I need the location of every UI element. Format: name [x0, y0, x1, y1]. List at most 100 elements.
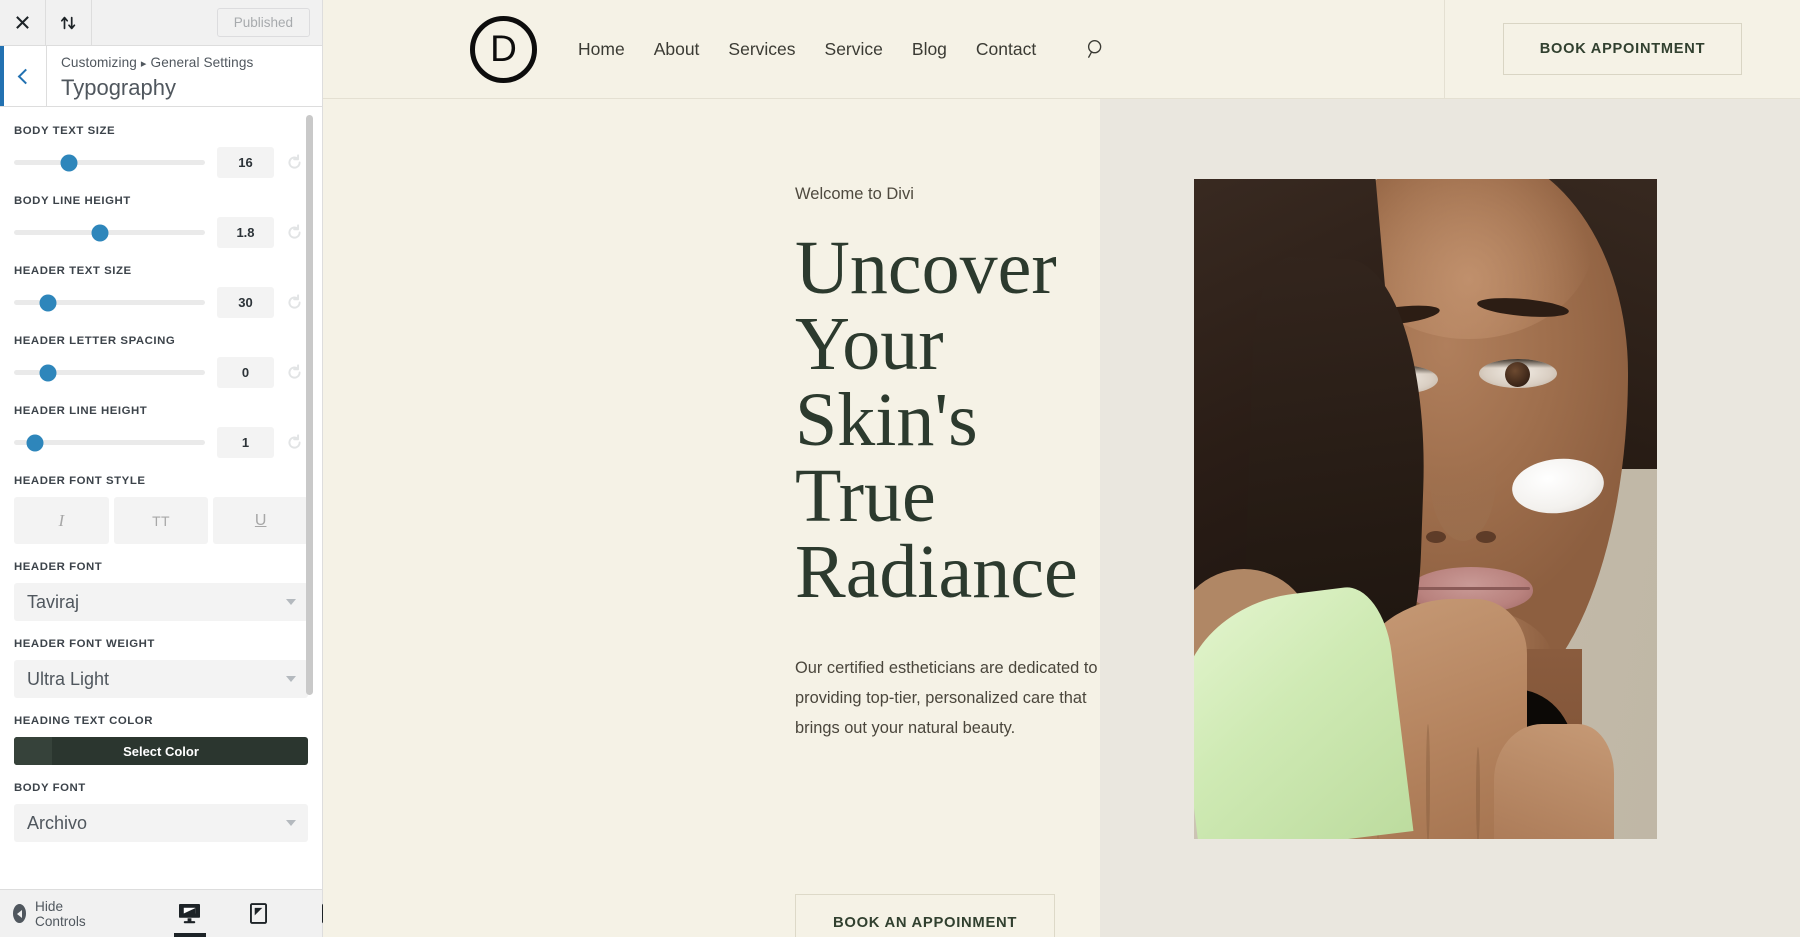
collapse-icon [13, 904, 27, 923]
hide-controls-button[interactable]: Hide Controls [13, 899, 92, 929]
value-input-header-text-size[interactable]: 30 [217, 287, 274, 318]
hero-cta-button[interactable]: BOOK AN APPOINMENT [795, 893, 1056, 937]
font-style-button-group: I TT U [14, 497, 309, 544]
hero-content: Welcome to Divi Uncover Your Skin's True… [323, 99, 1100, 937]
customizer-footer: Hide Controls [0, 889, 334, 937]
slider-body-line-height[interactable] [14, 224, 205, 242]
hero-image-panel [1100, 99, 1800, 937]
sort-arrows-icon[interactable] [46, 0, 92, 45]
uppercase-button[interactable]: TT [113, 497, 209, 544]
divi-logo[interactable]: D [470, 15, 537, 83]
primary-navigation: Home About Services Service Blog Contact [578, 39, 1106, 60]
reset-icon[interactable] [280, 359, 308, 387]
nav-link-blog[interactable]: Blog [912, 39, 947, 60]
scrollbar-thumb[interactable] [306, 115, 313, 695]
book-appointment-button[interactable]: BOOK APPOINTMENT [1502, 23, 1743, 75]
header-cta-area: BOOK APPOINTMENT [1444, 0, 1800, 99]
reset-icon[interactable] [280, 429, 308, 457]
value-input-body-text-size[interactable]: 16 [217, 147, 274, 178]
customizer-sidebar: Published Customizing ▸ General Settings T… [0, 0, 334, 937]
nav-link-services[interactable]: Services [728, 39, 795, 60]
chevron-down-icon [286, 599, 296, 605]
control-header-font-weight: HEADER FONT WEIGHT Ultra Light [14, 638, 308, 698]
color-swatch [14, 737, 52, 765]
control-header-letter-spacing: HEADER LETTER SPACING 0 [14, 335, 308, 388]
nav-link-contact[interactable]: Contact [976, 39, 1036, 60]
chevron-down-icon [286, 676, 296, 682]
slider-thumb[interactable] [39, 294, 57, 311]
value-input-body-line-height[interactable]: 1.8 [217, 217, 274, 248]
body-font-value: Archivo [27, 812, 88, 833]
control-label: HEADER FONT [14, 561, 103, 573]
control-label: HEADER LINE HEIGHT [14, 405, 148, 417]
header-font-weight-select[interactable]: Ultra Light [14, 660, 308, 698]
control-label: BODY TEXT SIZE [14, 125, 116, 137]
control-body-font: BODY FONT Archivo [14, 782, 308, 842]
chevron-down-icon [286, 820, 296, 826]
header-font-weight-value: Ultra Light [27, 668, 110, 689]
close-icon[interactable] [0, 0, 46, 45]
italic-button[interactable]: I [14, 497, 109, 544]
underline-button[interactable]: U [213, 497, 309, 544]
search-icon[interactable] [1086, 39, 1106, 59]
slider-row: 1.8 [14, 217, 308, 248]
control-label: HEADER FONT WEIGHT [14, 638, 155, 650]
slider-header-text-size[interactable] [14, 294, 205, 312]
hero-eyebrow: Welcome to Divi [795, 185, 914, 203]
hero-section: Welcome to Divi Uncover Your Skin's True… [323, 99, 1800, 937]
tablet-icon [250, 903, 268, 924]
breadcrumb: Customizing ▸ General Settings [61, 54, 253, 73]
published-button[interactable]: Published [216, 8, 310, 37]
control-label: HEADER LETTER SPACING [14, 335, 176, 347]
controls-list: BODY TEXT SIZE 16 BODY LINE HEIGHT 1.8 H… [0, 107, 322, 889]
nav-link-home[interactable]: Home [578, 39, 625, 60]
control-label: BODY LINE HEIGHT [14, 195, 131, 207]
slider-header-line-height[interactable] [14, 434, 205, 452]
slider-thumb[interactable] [39, 364, 57, 381]
value-input-header-letter-spacing[interactable]: 0 [217, 357, 274, 388]
control-body-text-size: BODY TEXT SIZE 16 [14, 125, 308, 178]
panel-header: Customizing ▸ General Settings Typography [0, 46, 322, 107]
header-font-select[interactable]: Taviraj [14, 583, 308, 621]
slider-thumb[interactable] [60, 154, 78, 171]
header-font-value: Taviraj [27, 591, 80, 612]
control-header-text-size: HEADER TEXT SIZE 30 [14, 265, 308, 318]
slider-track [14, 230, 205, 235]
sidebar-scrollbar[interactable] [306, 107, 318, 889]
slider-body-text-size[interactable] [14, 154, 205, 172]
slider-row: 16 [14, 147, 308, 178]
control-heading-text-color: HEADING TEXT COLOR Select Color [14, 715, 308, 765]
nav-link-about[interactable]: About [654, 39, 700, 60]
control-label: HEADING TEXT COLOR [14, 715, 153, 727]
breadcrumb-separator-icon: ▸ [140, 58, 147, 70]
select-color-button[interactable]: Select Color [14, 737, 308, 765]
site-preview: D Home About Services Service Blog Conta… [323, 0, 1800, 937]
value-input-header-line-height[interactable]: 1 [217, 427, 274, 458]
body-font-select[interactable]: Archivo [14, 804, 308, 842]
hide-controls-label: Hide Controls [35, 898, 86, 929]
reset-icon[interactable] [280, 149, 308, 177]
reset-icon[interactable] [280, 289, 308, 317]
control-label: BODY FONT [14, 782, 86, 794]
divi-logo-letter: D [490, 27, 517, 69]
hero-portrait-image [1194, 179, 1657, 839]
reset-icon[interactable] [280, 219, 308, 247]
page-title: Typography [61, 75, 176, 100]
nav-link-service[interactable]: Service [825, 39, 883, 60]
breadcrumb-root: Customizing [61, 55, 137, 70]
control-body-line-height: BODY LINE HEIGHT 1.8 [14, 195, 308, 248]
back-button[interactable] [0, 46, 47, 106]
desktop-preview-button[interactable] [168, 890, 212, 937]
slider-thumb[interactable] [91, 224, 109, 241]
control-label: HEADER FONT STYLE [14, 475, 146, 487]
slider-header-letter-spacing[interactable] [14, 364, 205, 382]
customizer-app: Published Customizing ▸ General Settings T… [0, 0, 1800, 937]
tablet-preview-button[interactable] [237, 890, 281, 937]
slider-track [14, 160, 205, 165]
site-header: D Home About Services Service Blog Conta… [323, 0, 1800, 99]
slider-thumb[interactable] [26, 434, 44, 451]
control-label: HEADER TEXT SIZE [14, 265, 132, 277]
hero-paragraph: Our certified estheticians are dedicated… [795, 659, 1098, 737]
control-header-font: HEADER FONT Taviraj [14, 561, 308, 621]
